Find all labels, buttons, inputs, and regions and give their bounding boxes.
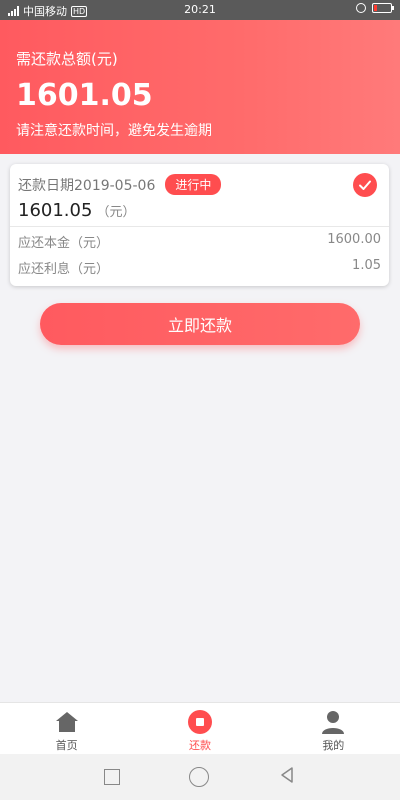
card-unit: （元）: [96, 205, 136, 220]
system-nav-bar: [0, 754, 400, 800]
tab-repay-label: 还款: [188, 739, 211, 752]
battery-icon: [372, 3, 394, 13]
repay-icon: [187, 709, 213, 735]
rotation-lock-icon: [356, 3, 366, 13]
profile-icon: [320, 709, 346, 735]
checkmark-icon[interactable]: [353, 173, 377, 197]
repay-now-button[interactable]: 立即还款: [40, 303, 360, 345]
recents-icon[interactable]: [104, 769, 121, 785]
tab-profile-label: 我的: [322, 739, 345, 752]
repay-header: 需还款总额(元) 1601.05 请注意还款时间，避免发生逾期: [0, 20, 400, 154]
interest-label: 应还利息（元）: [18, 262, 110, 277]
tab-repay[interactable]: 还款: [133, 703, 266, 754]
bottom-tab-bar: 首页 还款 我的: [0, 702, 400, 754]
principal-value: 1600.00: [327, 232, 381, 247]
repayment-date: 还款日期2019-05-06: [18, 177, 156, 194]
total-due-label: 需还款总额(元): [16, 50, 118, 68]
status-time: 20:21: [184, 3, 216, 16]
status-bar: 中国移动 HD 20:21: [0, 0, 400, 20]
home-circle-icon[interactable]: [188, 767, 209, 787]
tab-home[interactable]: 首页: [0, 703, 133, 754]
overdue-tip: 请注意还款时间，避免发生逾期: [16, 123, 212, 139]
interest-value: 1.05: [352, 258, 381, 273]
status-right: [356, 3, 394, 13]
tab-home-label: 首页: [55, 739, 78, 752]
tab-profile[interactable]: 我的: [267, 703, 400, 754]
total-due-amount: 1601.05: [16, 78, 153, 113]
card-divider: [10, 226, 389, 227]
back-icon[interactable]: [278, 766, 296, 788]
repayment-card[interactable]: 还款日期2019-05-06 进行中 1601.05 （元） 应还本金（元） 1…: [10, 164, 389, 286]
principal-label: 应还本金（元）: [18, 236, 110, 251]
home-icon: [54, 709, 80, 735]
card-amount: 1601.05: [18, 200, 93, 221]
interest-row: 应还利息（元） 1.05: [18, 258, 381, 277]
principal-row: 应还本金（元） 1600.00: [18, 232, 381, 251]
card-amount-row: 1601.05 （元）: [18, 200, 135, 221]
card-date-row: 还款日期2019-05-06 进行中: [18, 174, 222, 195]
status-badge: 进行中: [165, 174, 222, 195]
